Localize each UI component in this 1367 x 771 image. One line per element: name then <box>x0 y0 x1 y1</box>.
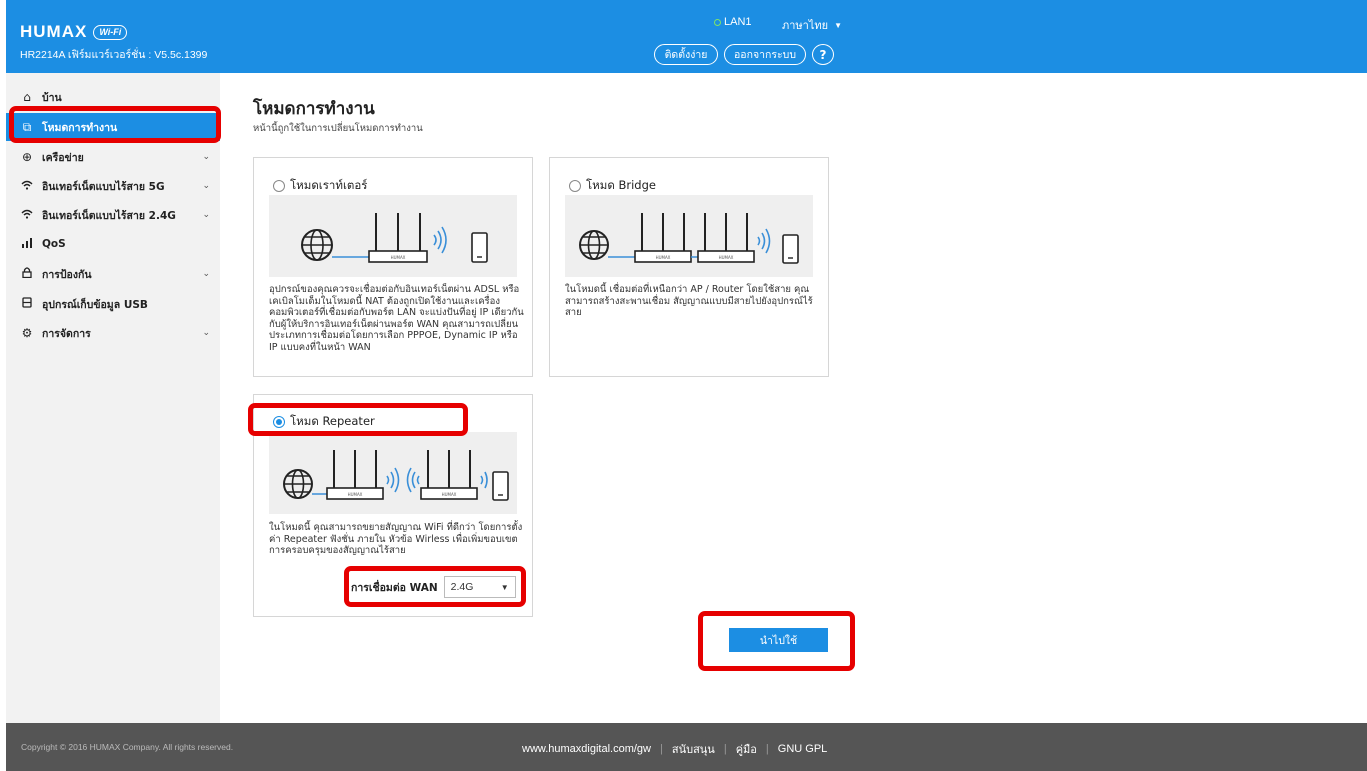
svg-text:HUMAX: HUMAX <box>348 492 363 497</box>
page-subtitle: หน้านี้ถูกใช้ในการเปลี่ยนโหมดการทำงาน <box>253 123 423 134</box>
sidebar-item-management[interactable]: ⚙ การจัดการ ⌄ <box>6 319 220 347</box>
chevron-down-icon: ▼ <box>834 20 843 30</box>
footer-link-support[interactable]: สนับสนุน <box>672 740 715 758</box>
logo-text: HUMAX <box>20 22 88 41</box>
router-mode-radio[interactable] <box>273 180 285 192</box>
usb-storage-icon <box>20 297 34 311</box>
highlight-repeater-mode <box>248 403 468 436</box>
wifi-waves-icon <box>386 467 420 493</box>
bridge-mode-description: ในโหมดนี้ เชื่อมต่อที่เหนือกว่า AP / Rou… <box>565 284 813 318</box>
footer-link-manual[interactable]: คู่มือ <box>736 740 757 758</box>
chevron-down-icon: ⌄ <box>202 269 210 279</box>
footer-link-website[interactable]: www.humaxdigital.com/gw <box>522 743 651 755</box>
lan-status-icon <box>714 18 721 26</box>
phone-icon <box>782 234 799 264</box>
bridge-mode-label: โหมด Bridge <box>586 178 656 192</box>
router-mode-illustration: HUMAX <box>269 195 517 277</box>
apply-button[interactable]: นำไปใช้ <box>729 628 828 652</box>
phone-icon <box>471 232 488 263</box>
copyright: Copyright © 2016 HUMAX Company. All righ… <box>21 742 234 752</box>
wifi-icon <box>20 208 34 222</box>
svg-text:HUMAX: HUMAX <box>719 255 734 260</box>
wifi-waves-icon <box>433 226 447 254</box>
logout-button[interactable]: ออกจากระบบ <box>724 44 806 65</box>
footer-separator: | <box>765 743 769 755</box>
bridge-mode-illustration: HUMAX HUMAX <box>565 195 813 277</box>
language-select[interactable]: ภาษาไทย ▼ <box>782 16 842 34</box>
header: HUMAX Wi-Fi HR2214A เฟิร์มแวร์เวอร์ชั่น … <box>6 0 1367 73</box>
chevron-down-icon: ⌄ <box>202 210 210 220</box>
sidebar: ⌂ บ้าน ⧉ โหมดการทำงาน ⊕ เครือข่าย ⌄ อินเ… <box>6 73 220 723</box>
svg-text:HUMAX: HUMAX <box>656 255 671 260</box>
wifi-badge: Wi-Fi <box>93 24 128 40</box>
footer-separator: | <box>660 743 663 755</box>
sidebar-item-label: อินเทอร์เน็ตแบบไร้สาย 5G <box>42 180 165 193</box>
sidebar-item-label: บ้าน <box>42 91 62 104</box>
repeater-mode-description: ในโหมดนี้ คุณสามารถขยายสัญญาณ WiFi ที่ดี… <box>269 522 523 556</box>
model-firmware: HR2214A เฟิร์มแวร์เวอร์ชั่น : V5.5c.1399 <box>20 49 208 61</box>
router-mode-option[interactable]: โหมดเราท์เตอร์ <box>273 177 367 195</box>
router-icon: HUMAX <box>634 213 692 263</box>
router-icon: HUMAX <box>697 213 755 263</box>
lan-status: LAN1 <box>714 16 752 28</box>
router-icon: HUMAX <box>326 450 384 500</box>
lan-status-label: LAN1 <box>724 16 752 28</box>
home-icon: ⌂ <box>23 90 31 104</box>
wifi-icon <box>20 179 34 193</box>
footer: Copyright © 2016 HUMAX Company. All righ… <box>6 723 1367 771</box>
globe-icon <box>301 229 333 261</box>
sidebar-item-label: QoS <box>42 238 66 250</box>
lock-icon <box>20 267 34 281</box>
sidebar-item-label: เครือข่าย <box>42 151 84 164</box>
chevron-down-icon: ⌄ <box>202 181 210 191</box>
sidebar-item-network[interactable]: ⊕ เครือข่าย ⌄ <box>6 143 220 171</box>
help-button[interactable]: ? <box>812 44 834 65</box>
chevron-down-icon: ⌄ <box>202 152 210 162</box>
highlight-wan-connection <box>344 566 526 607</box>
globe-icon: ⊕ <box>21 150 33 164</box>
bridge-mode-card: โหมด Bridge HUMAX HUMAX ในโหมดนี้ เชื่อม… <box>549 157 829 377</box>
router-mode-description: อุปกรณ์ของคุณควรจะเชื่อมต่อกับอินเทอร์เน… <box>269 284 524 353</box>
footer-links: www.humaxdigital.com/gw | สนับสนุน | คู่… <box>522 740 827 758</box>
footer-separator: | <box>723 743 727 755</box>
wifi-waves-icon <box>480 471 488 489</box>
globe-icon <box>579 230 609 260</box>
sidebar-item-security[interactable]: การป้องกัน ⌄ <box>6 260 220 288</box>
sidebar-item-wireless-24g[interactable]: อินเทอร์เน็ตแบบไร้สาย 2.4G ⌄ <box>6 201 220 229</box>
humax-logo[interactable]: HUMAX Wi-Fi <box>20 22 128 42</box>
router-mode-label: โหมดเราท์เตอร์ <box>290 178 368 192</box>
phone-icon <box>492 471 509 501</box>
page-title: โหมดการทำงาน <box>253 99 375 119</box>
bridge-mode-option[interactable]: โหมด Bridge <box>569 177 656 195</box>
footer-link-gpl[interactable]: GNU GPL <box>778 743 828 755</box>
sidebar-item-wireless-5g[interactable]: อินเทอร์เน็ตแบบไร้สาย 5G ⌄ <box>6 172 220 200</box>
sidebar-item-label: อุปกรณ์เก็บข้อมูล USB <box>42 298 148 311</box>
router-mode-card: โหมดเราท์เตอร์ HUMAX อุปกรณ์ของคุณควรจะเ… <box>253 157 533 377</box>
chevron-down-icon: ⌄ <box>202 328 210 338</box>
highlight-operation-mode <box>9 106 221 143</box>
sidebar-item-usb-storage[interactable]: อุปกรณ์เก็บข้อมูล USB <box>6 290 220 318</box>
easy-setup-button[interactable]: ติดตั้งง่าย <box>654 44 718 65</box>
sidebar-item-label: การจัดการ <box>42 327 91 340</box>
bridge-mode-radio[interactable] <box>569 180 581 192</box>
language-label: ภาษาไทย <box>782 20 829 32</box>
svg-text:HUMAX: HUMAX <box>391 255 406 260</box>
repeater-mode-illustration: HUMAX HUMAX <box>269 432 517 514</box>
gear-icon: ⚙ <box>21 326 33 340</box>
sidebar-item-qos[interactable]: QoS <box>6 230 220 258</box>
router-icon: HUMAX <box>368 213 428 263</box>
wifi-waves-icon <box>757 228 771 254</box>
bar-chart-icon <box>20 237 34 251</box>
svg-text:HUMAX: HUMAX <box>442 492 457 497</box>
globe-icon <box>283 469 313 499</box>
sidebar-item-label: การป้องกัน <box>42 268 92 281</box>
router-icon: HUMAX <box>420 450 478 500</box>
sidebar-item-label: อินเทอร์เน็ตแบบไร้สาย 2.4G <box>42 209 176 222</box>
